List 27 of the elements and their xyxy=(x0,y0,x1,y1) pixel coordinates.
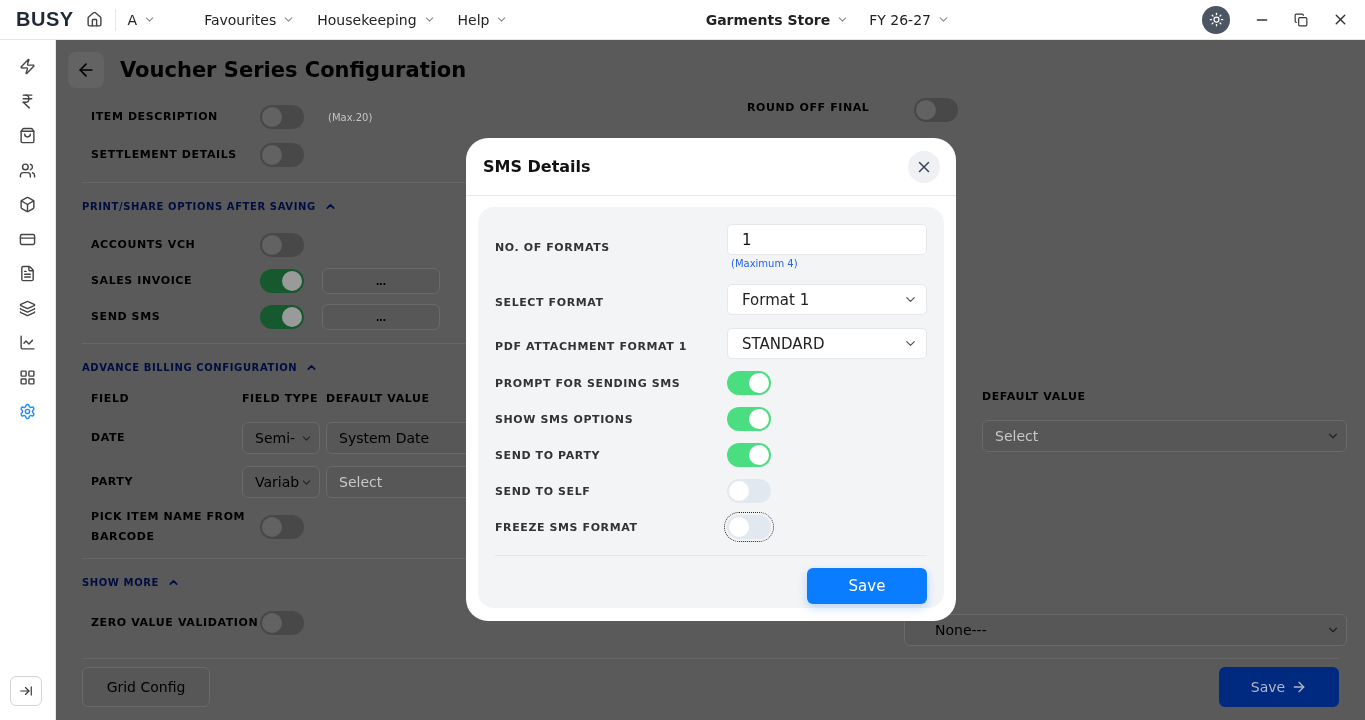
setting-label: ZERO VALUE VALIDATION xyxy=(91,615,260,631)
setting-label: PICK ITEM NAME FROM BARCODE xyxy=(91,509,247,545)
field-label: NO. OF FORMATS xyxy=(495,240,611,254)
dialog-title: SMS Details xyxy=(483,157,591,176)
column-header: DEFAULT VALUE xyxy=(326,391,431,407)
hint-text: (Maximum 4) xyxy=(731,258,799,269)
field-label: SEND TO SELF xyxy=(495,484,592,498)
logo: BUSY xyxy=(16,8,74,31)
field-label: PROMPT FOR SENDING SMS xyxy=(495,376,682,390)
field-label: SHOW SMS OPTIONS xyxy=(495,412,635,426)
column-header: DEFAULT VALUE xyxy=(982,389,1087,405)
setting-label: ACCOUNTS VCH xyxy=(91,237,197,253)
setting-label: SEND SMS xyxy=(91,309,162,325)
field-label: DATE xyxy=(91,430,127,446)
column-header: FIELD xyxy=(91,391,131,407)
field-label: PARTY xyxy=(91,474,134,490)
page-title: Voucher Series Configuration xyxy=(120,58,467,82)
field-label: PDF ATTACHMENT FORMAT 1 xyxy=(495,339,689,353)
setting-label: SALES INVOICE xyxy=(91,273,194,289)
field-label: SEND TO PARTY xyxy=(495,448,602,462)
note-text: (Max.20) xyxy=(328,111,373,123)
setting-label: ROUND OFF FINAL xyxy=(747,100,871,116)
setting-label: ITEM DESCRIPTION xyxy=(91,109,219,125)
field-label: SELECT FORMAT xyxy=(495,295,605,309)
setting-label: SETTLEMENT DETAILS xyxy=(91,147,238,163)
column-header: FIELD TYPE xyxy=(242,391,320,407)
field-label: FREEZE SMS FORMAT xyxy=(495,520,639,534)
